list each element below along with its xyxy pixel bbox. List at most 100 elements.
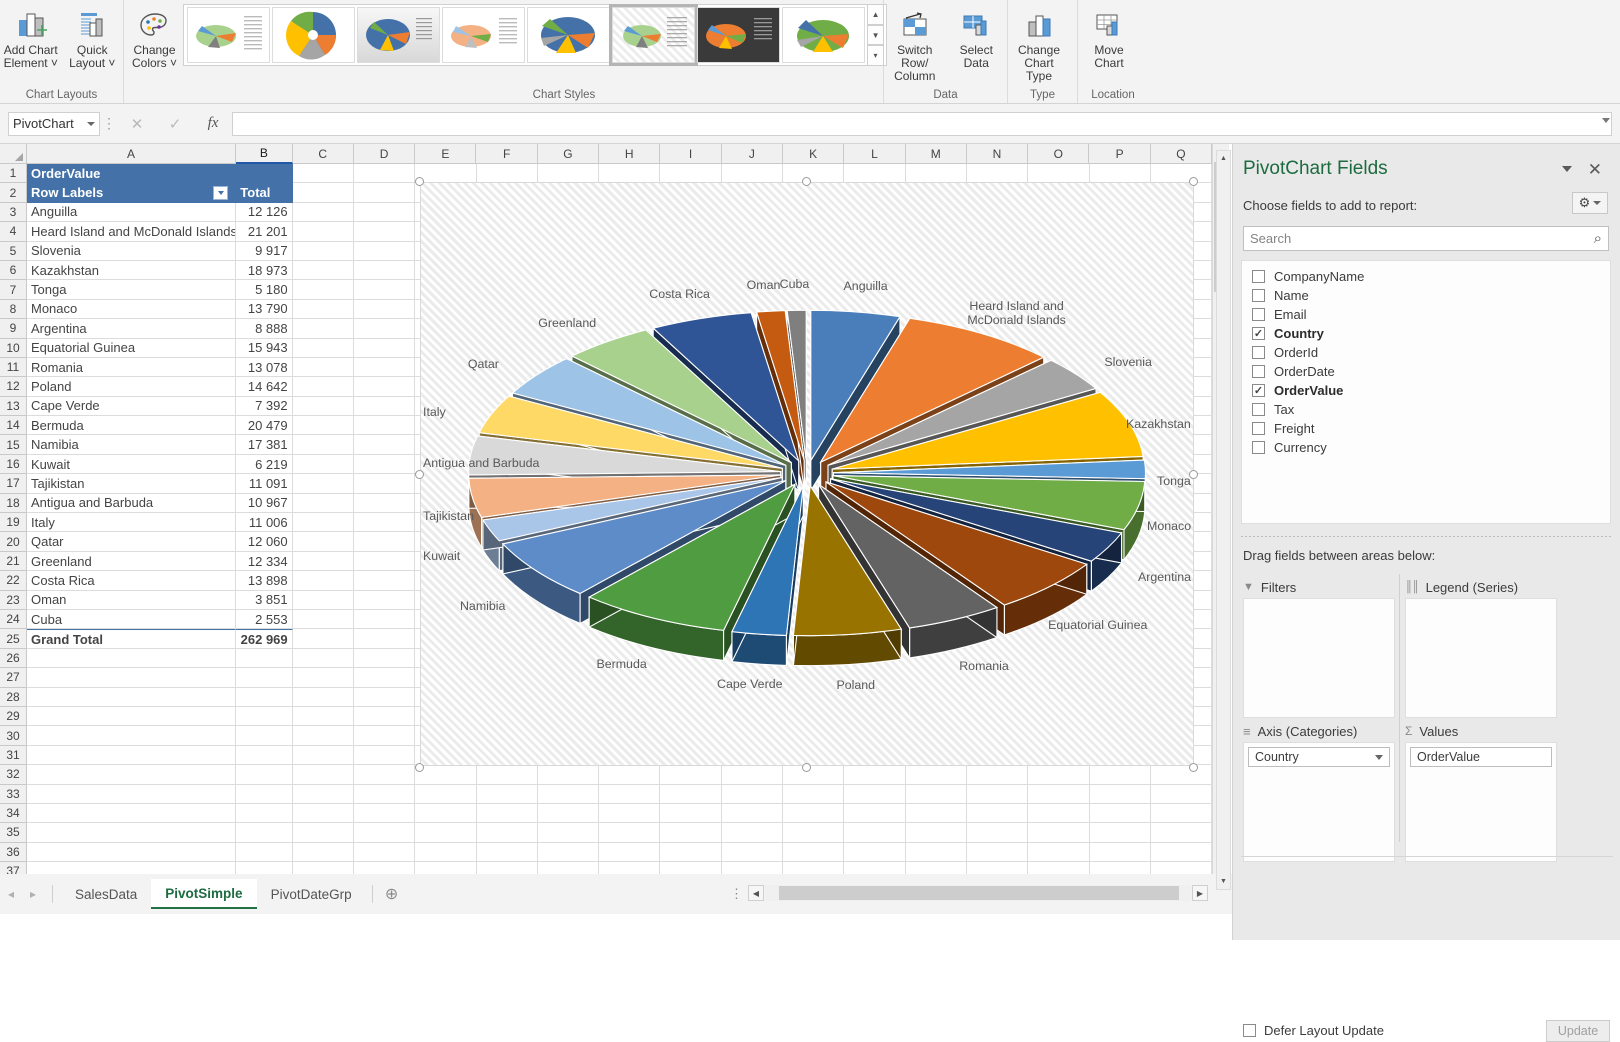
cell-I1[interactable] xyxy=(660,164,721,183)
cell-J32[interactable] xyxy=(722,765,783,784)
cell-P32[interactable] xyxy=(1090,765,1151,784)
status-grip[interactable]: ⋮ xyxy=(730,886,743,902)
cell-L1[interactable] xyxy=(844,164,905,183)
cancel-entry-icon[interactable]: ✕ xyxy=(118,112,156,136)
cell-D23[interactable] xyxy=(354,591,415,610)
cell-D11[interactable] xyxy=(354,358,415,377)
cell-F36[interactable] xyxy=(477,843,538,862)
cell-A27[interactable] xyxy=(27,668,236,687)
cell-B18[interactable]: 10 967 xyxy=(236,494,292,513)
cell-D9[interactable] xyxy=(354,319,415,338)
pane-scrollbar[interactable]: ▲ ▼ xyxy=(1216,150,1231,890)
cell-C33[interactable] xyxy=(293,785,354,804)
row-header-24[interactable]: 24 xyxy=(0,610,27,629)
cell-C12[interactable] xyxy=(293,377,354,396)
cell-I32[interactable] xyxy=(660,765,721,784)
cell-Q36[interactable] xyxy=(1151,843,1212,862)
cell-A3[interactable]: Anguilla xyxy=(27,203,236,222)
column-header-H[interactable]: H xyxy=(599,144,660,164)
row-header-16[interactable]: 16 xyxy=(0,455,27,474)
cell-M36[interactable] xyxy=(906,843,967,862)
field-item-ordervalue[interactable]: ✓OrderValue xyxy=(1242,381,1610,400)
row-header-8[interactable]: 8 xyxy=(0,300,27,319)
cell-B29[interactable] xyxy=(236,707,292,726)
cell-G1[interactable] xyxy=(538,164,599,183)
cell-D1[interactable] xyxy=(354,164,415,183)
row-header-20[interactable]: 20 xyxy=(0,532,27,551)
cell-O32[interactable] xyxy=(1028,765,1089,784)
cell-B11[interactable]: 13 078 xyxy=(236,358,292,377)
column-header-E[interactable]: E xyxy=(415,144,476,164)
cell-M35[interactable] xyxy=(906,823,967,842)
select-all-corner[interactable] xyxy=(0,144,27,164)
field-chip-country[interactable]: Country xyxy=(1248,747,1390,767)
gallery-scroll-down[interactable]: ▼ xyxy=(867,25,884,46)
cell-C19[interactable] xyxy=(293,513,354,532)
cell-A23[interactable]: Oman xyxy=(27,591,236,610)
cell-F32[interactable] xyxy=(477,765,538,784)
row-header-5[interactable]: 5 xyxy=(0,242,27,261)
cell-D14[interactable] xyxy=(354,416,415,435)
cell-A17[interactable]: Tajikistan xyxy=(27,474,236,493)
cell-A29[interactable] xyxy=(27,707,236,726)
cell-E33[interactable] xyxy=(415,785,476,804)
row-header-4[interactable]: 4 xyxy=(0,222,27,241)
sheet-tab-pivotdategrp[interactable]: PivotDateGrp xyxy=(257,879,366,909)
search-input[interactable]: Search xyxy=(1250,231,1594,246)
cell-H34[interactable] xyxy=(599,804,660,823)
row-header-2[interactable]: 2 xyxy=(0,183,27,202)
chart-styles-scrollbar[interactable]: ▲ ▼ ▾ xyxy=(867,4,884,66)
cell-M32[interactable] xyxy=(906,765,967,784)
cell-O33[interactable] xyxy=(1028,785,1089,804)
cell-A21[interactable]: Greenland xyxy=(27,552,236,571)
axis-dropzone[interactable]: Country xyxy=(1243,742,1395,862)
cell-B17[interactable]: 11 091 xyxy=(236,474,292,493)
cell-D5[interactable] xyxy=(354,242,415,261)
cell-C5[interactable] xyxy=(293,242,354,261)
chart-style-thumb[interactable] xyxy=(782,7,865,63)
cell-C25[interactable] xyxy=(293,629,354,648)
cell-D21[interactable] xyxy=(354,552,415,571)
cell-C35[interactable] xyxy=(293,823,354,842)
row-header-28[interactable]: 28 xyxy=(0,688,27,707)
row-header-27[interactable]: 27 xyxy=(0,668,27,687)
confirm-entry-icon[interactable]: ✓ xyxy=(156,112,194,136)
row-header-15[interactable]: 15 xyxy=(0,435,27,454)
cell-B7[interactable]: 5 180 xyxy=(236,280,292,299)
chart-style-thumb-selected[interactable] xyxy=(612,7,695,63)
pane-close-icon[interactable]: ✕ xyxy=(1588,160,1602,180)
cell-A22[interactable]: Costa Rica xyxy=(27,571,236,590)
expand-formula-bar-icon[interactable] xyxy=(1602,118,1610,123)
cell-B26[interactable] xyxy=(236,649,292,668)
add-sheet-button[interactable]: ⊕ xyxy=(379,884,405,904)
cell-N32[interactable] xyxy=(967,765,1028,784)
cell-B22[interactable]: 13 898 xyxy=(236,571,292,590)
cell-A34[interactable] xyxy=(27,804,236,823)
cell-D4[interactable] xyxy=(354,222,415,241)
cell-K35[interactable] xyxy=(783,823,844,842)
cell-B14[interactable]: 20 479 xyxy=(236,416,292,435)
chart-style-thumb[interactable] xyxy=(442,7,525,63)
cell-J34[interactable] xyxy=(722,804,783,823)
cell-D17[interactable] xyxy=(354,474,415,493)
change-colors-button[interactable]: ChangeColors ˅ xyxy=(130,4,179,70)
cell-C2[interactable] xyxy=(293,183,354,202)
change-chart-type-button[interactable]: ChangeChart Type xyxy=(1008,4,1070,83)
area-values[interactable]: Σ Values OrderValue xyxy=(1405,720,1557,862)
field-checkbox-name[interactable] xyxy=(1252,289,1265,302)
field-item-orderdate[interactable]: OrderDate xyxy=(1242,362,1610,381)
cell-A20[interactable]: Qatar xyxy=(27,532,236,551)
cell-B4[interactable]: 21 201 xyxy=(236,222,292,241)
row-header-21[interactable]: 21 xyxy=(0,552,27,571)
row-header-12[interactable]: 12 xyxy=(0,377,27,396)
prev-sheet-icon[interactable]: ◂ xyxy=(0,887,22,901)
cell-D24[interactable] xyxy=(354,610,415,629)
cell-D35[interactable] xyxy=(354,823,415,842)
cell-I35[interactable] xyxy=(660,823,721,842)
select-data-button[interactable]: SelectData xyxy=(946,4,1008,70)
cell-A26[interactable] xyxy=(27,649,236,668)
cell-A15[interactable]: Namibia xyxy=(27,435,236,454)
row-labels-filter-button[interactable] xyxy=(213,186,228,200)
switch-row-column-button[interactable]: Switch Row/Column xyxy=(884,4,946,83)
cell-H35[interactable] xyxy=(599,823,660,842)
